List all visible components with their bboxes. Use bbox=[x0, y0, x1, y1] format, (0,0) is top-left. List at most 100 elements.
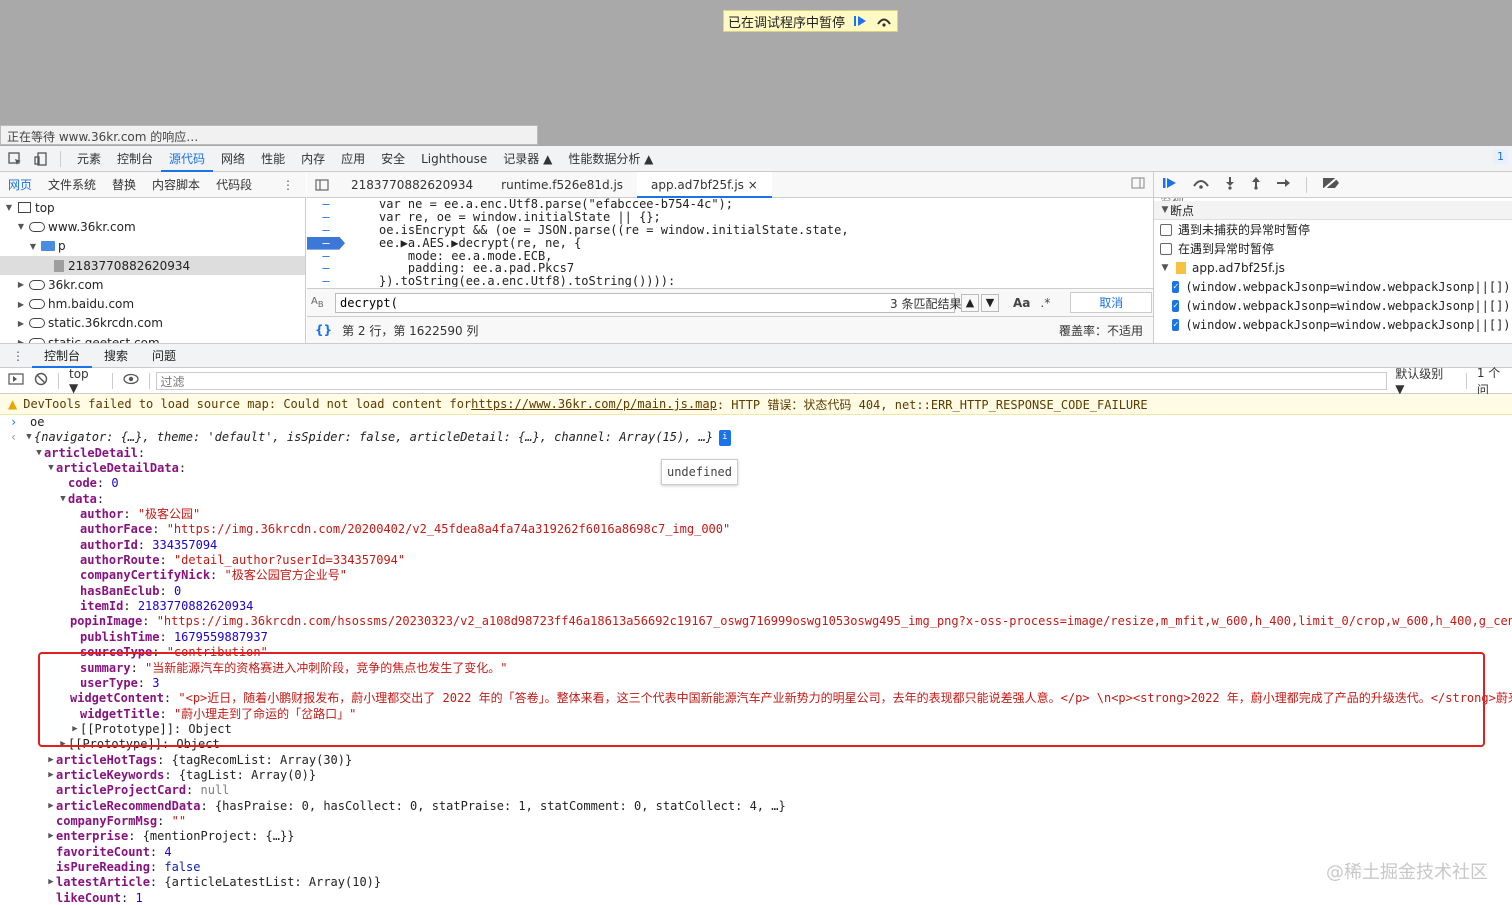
property-row[interactable]: ▼ articleDetailData: bbox=[0, 461, 1512, 476]
breakpoint-file-header[interactable]: ▼ app.ad7bf25f.js bbox=[1154, 258, 1512, 277]
tree-item[interactable]: ▼ top bbox=[0, 198, 305, 217]
breakpoint-item[interactable]: ✓ (window.webpackJsonp=window.webpackJson… bbox=[1154, 296, 1512, 315]
property-row[interactable]: ▼ data: bbox=[0, 492, 1512, 507]
console-filter-input[interactable]: 过滤 bbox=[155, 371, 1388, 390]
breakpoint-marker[interactable]: – bbox=[307, 236, 345, 250]
line-gutter[interactable]: – bbox=[307, 275, 345, 287]
collapsed-arrow-icon[interactable]: ▶ bbox=[70, 722, 80, 737]
property-row[interactable]: ▼ articleDetail: bbox=[0, 446, 1512, 461]
navigator-tab[interactable]: 代码段 bbox=[208, 176, 260, 193]
checkbox-checked-icon[interactable]: ✓ bbox=[1172, 299, 1180, 312]
breakpoint-item[interactable]: ✓ (window.webpackJsonp=window.webpackJson… bbox=[1154, 315, 1512, 334]
match-case-button[interactable]: Aa bbox=[1013, 296, 1030, 310]
tree-item[interactable]: ▶ static.geetest.com bbox=[0, 333, 305, 343]
tree-item[interactable]: ▼ www.36kr.com bbox=[0, 217, 305, 236]
expanded-arrow-icon[interactable]: ▼ bbox=[4, 203, 14, 212]
previous-match-icon[interactable]: ▲ bbox=[961, 293, 979, 312]
expanded-arrow-icon[interactable]: ▼ bbox=[16, 222, 26, 231]
tab-10[interactable]: 性能数据分析 ▲ bbox=[560, 146, 661, 172]
tab-3[interactable]: 网络 bbox=[213, 146, 253, 172]
line-gutter[interactable]: – bbox=[307, 223, 345, 237]
navigator-tab[interactable]: 网页 bbox=[0, 176, 40, 193]
pause-uncaught-option[interactable]: 遇到未捕获的异常时暂停 bbox=[1154, 220, 1512, 239]
collapsed-arrow-icon[interactable]: ▶ bbox=[16, 319, 26, 328]
line-gutter[interactable]: – bbox=[307, 210, 345, 224]
checkbox-checked-icon[interactable]: ✓ bbox=[1172, 318, 1180, 331]
expanded-arrow-icon[interactable]: ▼ bbox=[46, 461, 56, 476]
step-into-icon[interactable] bbox=[1224, 176, 1236, 194]
resume-icon[interactable] bbox=[851, 13, 869, 29]
issues-badge[interactable]: 1 bbox=[1493, 149, 1508, 164]
live-expression-eye-icon[interactable] bbox=[122, 373, 139, 388]
next-match-icon[interactable]: ▼ bbox=[981, 293, 999, 312]
property-row[interactable]: ▶ [[Prototype]]: Object bbox=[0, 737, 1512, 752]
property-row[interactable]: ▶ articleKeywords: {tagList: Array(0)} bbox=[0, 768, 1512, 783]
drawer-menu-icon[interactable]: ⋮ bbox=[12, 349, 24, 363]
tab-6[interactable]: 应用 bbox=[333, 146, 373, 172]
drawer-tab[interactable]: 问题 bbox=[140, 344, 188, 368]
expanded-arrow-icon[interactable]: ▼ bbox=[58, 492, 68, 507]
tab-7[interactable]: 安全 bbox=[373, 146, 413, 172]
property-row[interactable]: ▶ articleRecommendData: {hasPraise: 0, ha… bbox=[0, 799, 1512, 814]
tab-0[interactable]: 元素 bbox=[69, 146, 109, 172]
collapsed-arrow-icon[interactable]: ▶ bbox=[46, 875, 56, 890]
step-icon[interactable] bbox=[1276, 176, 1292, 194]
pretty-print-icon[interactable]: {} bbox=[315, 323, 332, 337]
sidebar-toggle-icon[interactable] bbox=[8, 373, 24, 388]
inspect-element-icon[interactable] bbox=[4, 149, 26, 169]
property-row[interactable]: ▶ enterprise: {mentionProject: {…}} bbox=[0, 829, 1512, 844]
collapsed-arrow-icon[interactable]: ▶ bbox=[46, 753, 56, 768]
tree-item[interactable]: ▼ p bbox=[0, 237, 305, 256]
info-badge-icon[interactable]: i bbox=[719, 430, 731, 446]
regex-button[interactable]: .* bbox=[1040, 296, 1050, 310]
editor-tab[interactable]: 2183770882620934 bbox=[337, 172, 487, 198]
collapsed-arrow-icon[interactable]: ▶ bbox=[16, 280, 26, 289]
device-toolbar-icon[interactable] bbox=[30, 149, 52, 169]
tree-item[interactable]: ▶ 36kr.com bbox=[0, 275, 305, 294]
resume-icon[interactable] bbox=[1162, 176, 1178, 194]
toggle-navigator-icon[interactable] bbox=[307, 178, 337, 191]
navigator-tab[interactable]: 文件系统 bbox=[40, 176, 104, 193]
step-over-icon[interactable] bbox=[1192, 176, 1210, 194]
navigator-tab[interactable]: 内容脚本 bbox=[144, 176, 208, 193]
checkbox-icon[interactable] bbox=[1160, 223, 1172, 236]
step-over-icon[interactable] bbox=[875, 13, 893, 29]
clear-console-icon[interactable] bbox=[34, 372, 48, 389]
expanded-arrow-icon[interactable]: ▼ bbox=[34, 446, 44, 461]
line-gutter[interactable]: – bbox=[307, 198, 345, 211]
context-selector[interactable]: top ▼ bbox=[69, 367, 102, 395]
collapsed-arrow-icon[interactable]: ▶ bbox=[46, 768, 56, 783]
tab-2[interactable]: 源代码 bbox=[161, 146, 214, 172]
breakpoint-item[interactable]: ✓ (window.webpackJsonp=window.webpackJson… bbox=[1154, 277, 1512, 296]
tab-4[interactable]: 性能 bbox=[253, 146, 293, 172]
tab-1[interactable]: 控制台 bbox=[109, 146, 161, 172]
console-result-summary[interactable]: ‹ ▼ {navigator: {…}, theme: 'default', isS… bbox=[0, 430, 1512, 446]
tree-item[interactable]: 2183770882620934 bbox=[0, 255, 305, 276]
tree-item[interactable]: ▶ hm.baidu.com bbox=[0, 294, 305, 313]
tree-item[interactable]: ▶ static.36krcdn.com bbox=[0, 314, 305, 333]
expanded-arrow-icon[interactable]: ▼ bbox=[28, 242, 38, 251]
expand-arrow-icon[interactable]: ▼ bbox=[24, 430, 34, 445]
checkbox-checked-icon[interactable]: ✓ bbox=[1172, 280, 1180, 293]
deactivate-breakpoints-icon[interactable] bbox=[1321, 175, 1341, 194]
drawer-tab[interactable]: 控制台 bbox=[32, 344, 93, 368]
toggle-debugger-icon[interactable] bbox=[1131, 177, 1145, 192]
editor-tab[interactable]: app.ad7bf25f.js × bbox=[637, 171, 772, 198]
sourcemap-link[interactable]: https://www.36kr.com/p/main.js.map bbox=[471, 397, 717, 411]
collapsed-arrow-icon[interactable]: ▶ bbox=[58, 737, 68, 752]
cancel-button[interactable]: 取消 bbox=[1070, 292, 1153, 313]
editor-tab[interactable]: runtime.f526e81d.js bbox=[487, 172, 637, 198]
tab-5[interactable]: 内存 bbox=[293, 146, 333, 172]
property-row[interactable]: ▶ [[Prototype]]: Object bbox=[0, 722, 1512, 737]
collapsed-arrow-icon[interactable]: ▶ bbox=[16, 300, 26, 309]
checkbox-icon[interactable] bbox=[1160, 242, 1172, 255]
tab-8[interactable]: Lighthouse bbox=[413, 146, 495, 172]
step-out-icon[interactable] bbox=[1250, 176, 1262, 194]
issues-counter[interactable]: 1 个问 bbox=[1477, 364, 1512, 398]
breakpoints-section-header[interactable]: ▼ 断点 bbox=[1154, 201, 1512, 220]
drawer-tab[interactable]: 搜索 bbox=[92, 344, 140, 368]
pause-caught-option[interactable]: 在遇到异常时暂停 bbox=[1154, 239, 1512, 258]
navigator-tab[interactable]: 替换 bbox=[104, 176, 144, 193]
log-level-selector[interactable]: 默认级别 ▼ bbox=[1395, 365, 1456, 396]
collapsed-arrow-icon[interactable]: ▶ bbox=[46, 829, 56, 844]
